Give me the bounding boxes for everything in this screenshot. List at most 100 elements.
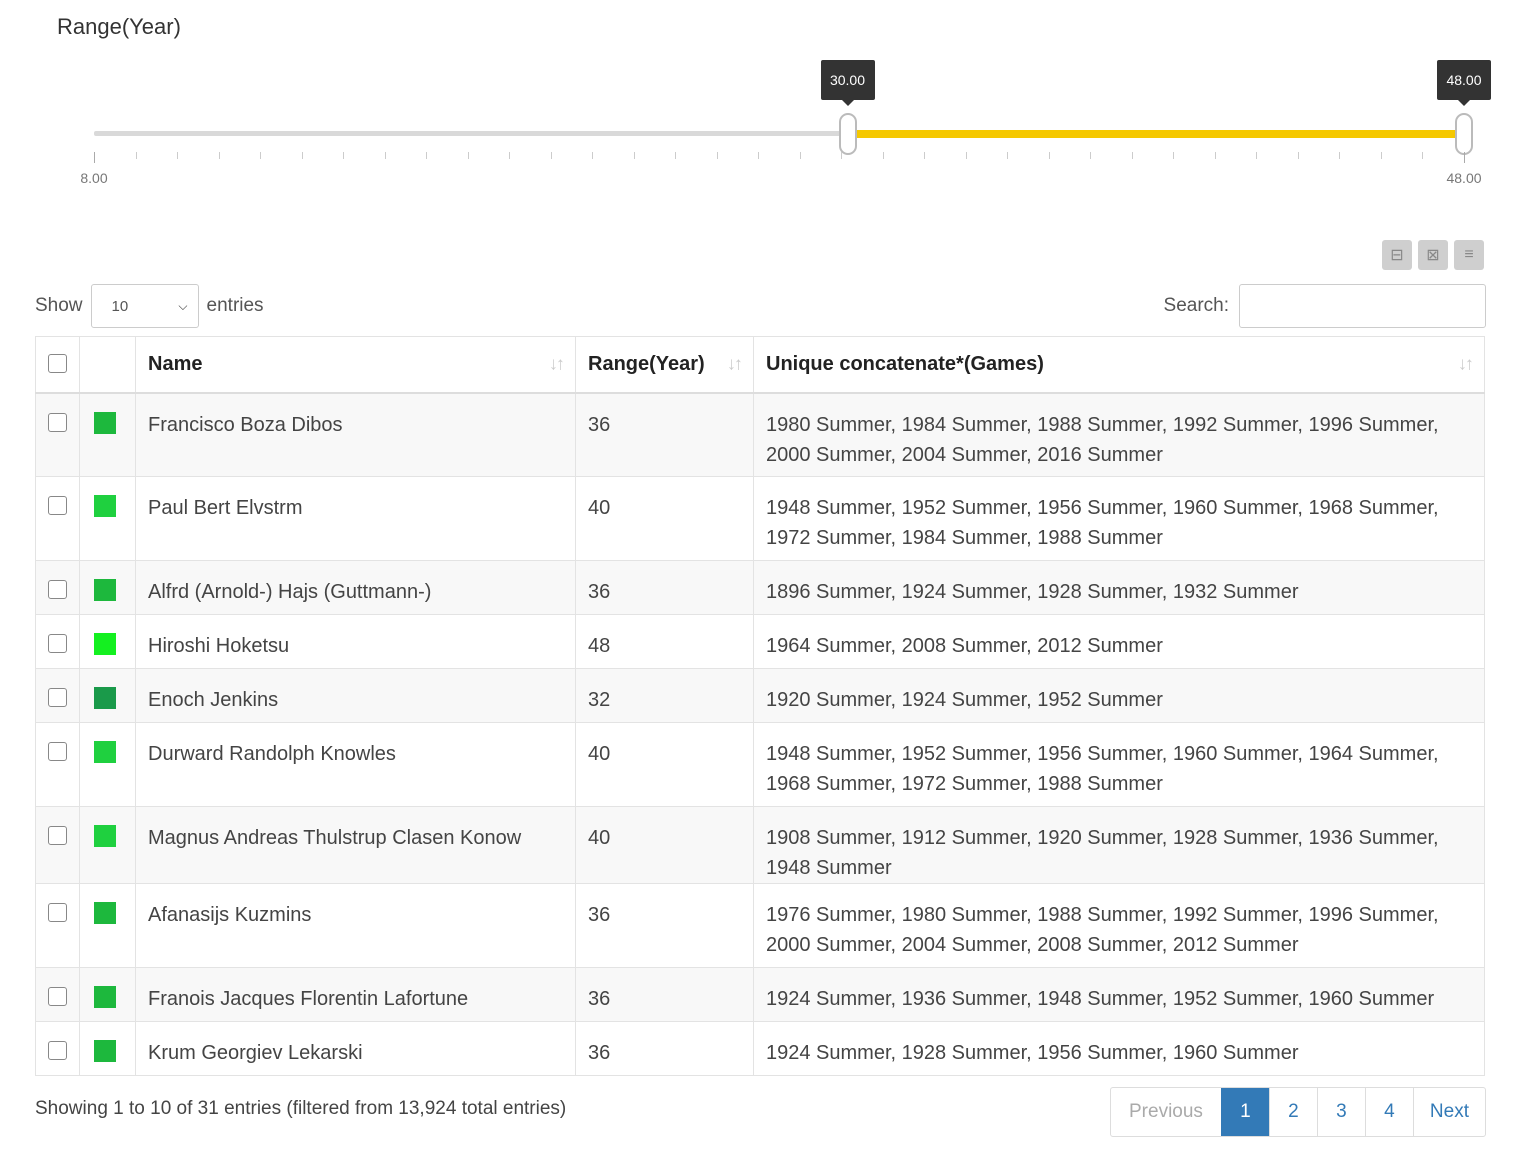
color-cell: [79, 722, 136, 807]
column-header-name[interactable]: Name ↓↑: [135, 336, 576, 394]
slider-tick: [218, 152, 220, 159]
range-cell: 36: [575, 392, 754, 477]
slider-min-label: 8.00: [80, 170, 108, 186]
row-checkbox[interactable]: [48, 580, 67, 599]
row-checkbox[interactable]: [48, 903, 67, 922]
column-header-games[interactable]: Unique concatenate*(Games) ↓↑: [753, 336, 1485, 394]
color-swatch: [94, 1040, 116, 1062]
slider-tick: [177, 152, 179, 159]
search-input[interactable]: [1239, 284, 1486, 328]
range-cell: 40: [575, 476, 754, 561]
color-cell: [79, 392, 136, 477]
row-checkbox[interactable]: [48, 742, 67, 761]
sort-icon[interactable]: ↓↑: [727, 354, 743, 375]
page-button-2[interactable]: 2: [1268, 1088, 1317, 1136]
table-row[interactable]: Francisco Boza Dibos 36 1980 Summer, 1984 …: [35, 392, 1485, 477]
color-swatch: [94, 495, 116, 517]
list-icon[interactable]: ≡: [1454, 240, 1484, 270]
page-button-3[interactable]: 3: [1316, 1088, 1365, 1136]
show-label: Show: [35, 295, 83, 316]
name-cell: Afanasijs Kuzmins: [135, 883, 576, 968]
table-row[interactable]: Franois Jacques Florentin Lafortune 36 192…: [35, 967, 1485, 1022]
games-cell: 1896 Summer, 1924 Summer, 1928 Summer, 1…: [753, 560, 1485, 615]
slider-tick: [882, 152, 884, 159]
color-cell: [79, 560, 136, 615]
row-checkbox-cell: [35, 560, 80, 615]
range-cell: 40: [575, 722, 754, 807]
row-checkbox[interactable]: [48, 1041, 67, 1060]
name-cell: Paul Bert Elvstrm: [135, 476, 576, 561]
entries-per-page-select[interactable]: 10 ⌵: [90, 284, 199, 328]
table-row[interactable]: Afanasijs Kuzmins 36 1976 Summer, 1980 Sum…: [35, 883, 1485, 968]
row-checkbox-cell: [35, 1021, 80, 1076]
slider-tick: [94, 152, 95, 163]
range-cell: 40: [575, 806, 754, 884]
collapse-icon[interactable]: ⊟: [1382, 240, 1412, 270]
slider-tick: [1380, 152, 1382, 159]
games-cell: 1920 Summer, 1924 Summer, 1952 Summer: [753, 668, 1485, 723]
select-all-checkbox[interactable]: [48, 353, 67, 373]
slider-tick: [343, 152, 345, 159]
expand-icon[interactable]: ⊠: [1418, 240, 1448, 270]
slider-selected-range: [847, 130, 1464, 138]
color-swatch: [94, 986, 116, 1008]
range-slider[interactable]: 30.00 48.00 8.00 48.00: [80, 60, 1491, 200]
row-checkbox[interactable]: [48, 496, 67, 515]
table-row[interactable]: Magnus Andreas Thulstrup Clasen Konow 40 1…: [35, 806, 1485, 884]
name-cell: Durward Randolph Knowles: [135, 722, 576, 807]
slider-tick: [1464, 152, 1465, 163]
slider-low-handle[interactable]: [838, 113, 857, 155]
color-cell: [79, 1021, 136, 1076]
page-button-4[interactable]: 4: [1364, 1088, 1413, 1136]
slider-tick: [675, 152, 677, 159]
slider-tick: [384, 152, 386, 159]
name-cell: Francisco Boza Dibos: [135, 392, 576, 477]
table-header-row: Name ↓↑ Range(Year) ↓↑ Unique concatenate*…: [35, 336, 1485, 394]
slider-tick: [301, 152, 303, 159]
color-header: [79, 336, 136, 394]
name-cell: Krum Georgiev Lekarski: [135, 1021, 576, 1076]
table-row[interactable]: Alfrd (Arnold-) Hajs (Guttmann-) 36 1896 S…: [35, 560, 1485, 615]
row-checkbox[interactable]: [48, 987, 67, 1006]
chevron-down-icon: ⌵: [178, 298, 188, 313]
row-checkbox[interactable]: [48, 688, 67, 707]
table-row[interactable]: Hiroshi Hoketsu 48 1964 Summer, 2008 Summe…: [35, 614, 1485, 669]
column-header-range[interactable]: Range(Year) ↓↑: [575, 336, 754, 394]
games-cell: 1964 Summer, 2008 Summer, 2012 Summer: [753, 614, 1485, 669]
slider-tick: [426, 152, 428, 159]
range-cell: 48: [575, 614, 754, 669]
data-table: Name ↓↑ Range(Year) ↓↑ Unique concatenate*…: [35, 336, 1485, 1076]
previous-page-button[interactable]: Previous: [1111, 1088, 1221, 1136]
row-checkbox-cell: [35, 806, 80, 884]
next-page-button[interactable]: Next: [1412, 1088, 1485, 1136]
table-row[interactable]: Durward Randolph Knowles 40 1948 Summer, 1…: [35, 722, 1485, 807]
slider-tick: [716, 152, 718, 159]
slider-tick: [1007, 152, 1009, 159]
sort-icon[interactable]: ↓↑: [549, 354, 565, 375]
table-row[interactable]: Enoch Jenkins 32 1920 Summer, 1924 Summer,…: [35, 668, 1485, 723]
range-cell: 36: [575, 560, 754, 615]
slider-tick: [260, 152, 262, 159]
table-row[interactable]: Paul Bert Elvstrm 40 1948 Summer, 1952 Sum…: [35, 476, 1485, 561]
slider-high-handle[interactable]: [1455, 113, 1473, 155]
sort-icon[interactable]: ↓↑: [1458, 354, 1474, 375]
table-info: Showing 1 to 10 of 31 entries (filtered …: [35, 1098, 567, 1119]
slider-tick: [1214, 152, 1216, 159]
slider-tick: [633, 152, 635, 159]
page-button-1[interactable]: 1: [1220, 1088, 1269, 1136]
row-checkbox[interactable]: [48, 412, 67, 432]
slider-tick: [758, 152, 760, 159]
slider-tick: [799, 152, 801, 159]
row-checkbox[interactable]: [48, 634, 67, 653]
row-checkbox-cell: [35, 967, 80, 1022]
range-cell: 36: [575, 967, 754, 1022]
column-header-range-label: Range(Year): [588, 352, 705, 375]
range-cell: 36: [575, 883, 754, 968]
row-checkbox[interactable]: [48, 826, 67, 845]
color-cell: [79, 476, 136, 561]
color-swatch: [94, 741, 116, 763]
row-checkbox-cell: [35, 476, 80, 561]
table-row[interactable]: Krum Georgiev Lekarski 36 1924 Summer, 192…: [35, 1021, 1485, 1076]
color-swatch: [94, 687, 116, 709]
color-cell: [79, 967, 136, 1022]
